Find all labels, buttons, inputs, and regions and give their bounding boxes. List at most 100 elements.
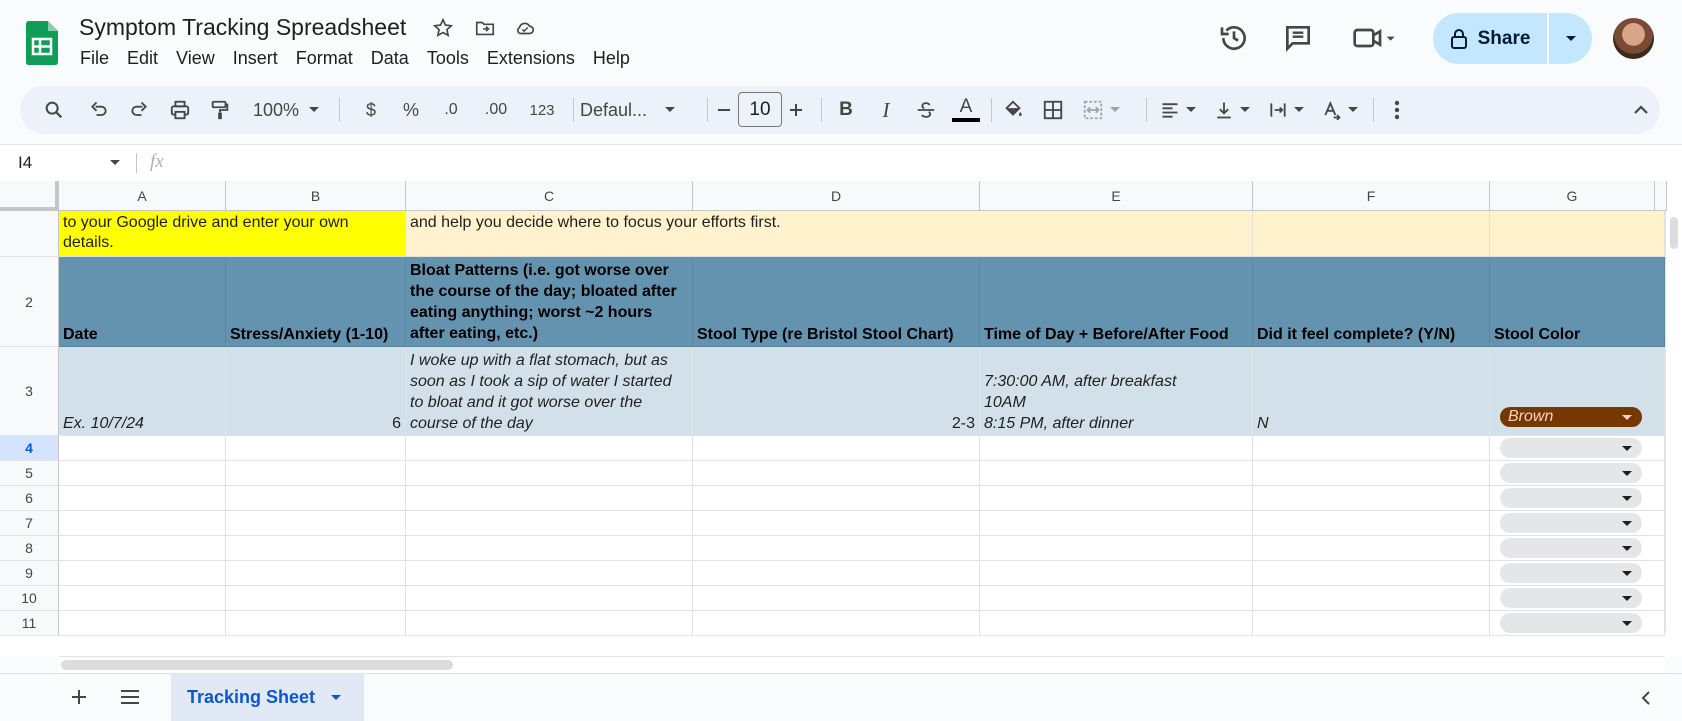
version-history-icon[interactable] xyxy=(1218,22,1250,54)
row-header-8[interactable]: 8 xyxy=(0,536,59,561)
row-header-2[interactable]: 2 xyxy=(0,257,59,347)
cell-b8[interactable] xyxy=(226,536,406,561)
cell-c6[interactable] xyxy=(406,486,693,511)
percent-format-button[interactable]: % xyxy=(394,86,428,134)
cell-g9[interactable] xyxy=(1490,561,1665,586)
chevron-down-icon[interactable] xyxy=(331,694,342,701)
font-family-select[interactable]: Defaul... xyxy=(580,86,700,134)
text-wrapping-button[interactable] xyxy=(1262,86,1310,134)
redo-button[interactable] xyxy=(122,86,156,134)
horizontal-scroll-thumb[interactable] xyxy=(61,660,453,670)
cell-f1[interactable] xyxy=(1253,211,1490,257)
meet-icon[interactable] xyxy=(1352,22,1396,54)
column-header-f[interactable]: F xyxy=(1253,181,1490,211)
cell-g10[interactable] xyxy=(1490,586,1665,611)
column-header-a[interactable]: A xyxy=(59,181,226,211)
cell-e8[interactable] xyxy=(980,536,1253,561)
cell-f5[interactable] xyxy=(1253,461,1490,486)
menu-edit[interactable]: Edit xyxy=(127,48,158,69)
italic-button[interactable]: I xyxy=(869,86,903,134)
sheets-logo-icon[interactable] xyxy=(26,21,58,65)
cell-b4[interactable] xyxy=(226,436,406,461)
more-options-button[interactable] xyxy=(1380,86,1414,134)
menu-insert[interactable]: Insert xyxy=(233,48,278,69)
cell-d9[interactable] xyxy=(693,561,980,586)
increase-font-size-button[interactable] xyxy=(782,86,810,134)
all-sheets-button[interactable] xyxy=(116,684,144,710)
cell-c1[interactable]: and help you decide where to focus your … xyxy=(406,211,1253,257)
menu-tools[interactable]: Tools xyxy=(427,48,469,69)
cell-a1[interactable]: to your Google drive and enter your own … xyxy=(59,211,406,257)
row-header-6[interactable]: 6 xyxy=(0,486,59,511)
menu-extensions[interactable]: Extensions xyxy=(487,48,575,69)
cell-f3[interactable]: N xyxy=(1253,347,1490,436)
cell-e7[interactable] xyxy=(980,511,1253,536)
star-icon[interactable] xyxy=(432,17,454,39)
cell-a11[interactable] xyxy=(59,611,226,636)
row-header-5[interactable]: 5 xyxy=(0,461,59,486)
cell-e11[interactable] xyxy=(980,611,1253,636)
column-header-d[interactable]: D xyxy=(693,181,980,211)
merge-cells-button[interactable] xyxy=(1076,86,1126,134)
cell-d5[interactable] xyxy=(693,461,980,486)
header-stool-color[interactable]: Stool Color xyxy=(1490,257,1665,347)
menu-help[interactable]: Help xyxy=(593,48,630,69)
header-bloat-patterns[interactable]: Bloat Patterns (i.e. got worse over the … xyxy=(406,257,693,347)
cell-c8[interactable] xyxy=(406,536,693,561)
menu-data[interactable]: Data xyxy=(371,48,409,69)
cell-g7[interactable] xyxy=(1490,511,1665,536)
stool-color-dropdown[interactable] xyxy=(1500,463,1642,483)
cell-b10[interactable] xyxy=(226,586,406,611)
cell-f11[interactable] xyxy=(1253,611,1490,636)
cell-f8[interactable] xyxy=(1253,536,1490,561)
share-button[interactable]: Share xyxy=(1433,13,1592,64)
font-size-input[interactable]: 10 xyxy=(738,92,782,127)
comments-icon[interactable] xyxy=(1282,22,1314,54)
cell-a5[interactable] xyxy=(59,461,226,486)
header-time-of-day[interactable]: Time of Day + Before/After Food xyxy=(980,257,1253,347)
paint-format-button[interactable] xyxy=(203,86,237,134)
cloud-saved-icon[interactable] xyxy=(514,17,536,39)
menu-file[interactable]: File xyxy=(80,48,109,69)
cell-e6[interactable] xyxy=(980,486,1253,511)
row-header-10[interactable]: 10 xyxy=(0,586,59,611)
fill-color-button[interactable] xyxy=(996,86,1030,134)
cell-g6[interactable] xyxy=(1490,486,1665,511)
decrease-font-size-button[interactable] xyxy=(710,86,738,134)
cell-f6[interactable] xyxy=(1253,486,1490,511)
vertical-scroll-thumb[interactable] xyxy=(1670,217,1678,249)
horizontal-scrollbar[interactable] xyxy=(59,656,1665,673)
cell-d6[interactable] xyxy=(693,486,980,511)
document-title[interactable]: Symptom Tracking Spreadsheet xyxy=(79,14,406,41)
cell-g8[interactable] xyxy=(1490,536,1665,561)
column-header-e[interactable]: E xyxy=(980,181,1253,211)
text-color-button[interactable]: A xyxy=(949,86,983,134)
cell-c7[interactable] xyxy=(406,511,693,536)
cell-c4[interactable] xyxy=(406,436,693,461)
cell-c5[interactable] xyxy=(406,461,693,486)
cell-f9[interactable] xyxy=(1253,561,1490,586)
strikethrough-button[interactable] xyxy=(909,86,943,134)
zoom-select[interactable]: 100% xyxy=(245,86,327,134)
stool-color-dropdown[interactable]: Brown xyxy=(1500,407,1642,427)
cell-d4[interactable] xyxy=(693,436,980,461)
column-header-b[interactable]: B xyxy=(226,181,406,211)
cell-d8[interactable] xyxy=(693,536,980,561)
increase-decimal-button[interactable]: .00 xyxy=(476,86,516,134)
header-date[interactable]: Date xyxy=(59,257,226,347)
text-rotation-button[interactable] xyxy=(1316,86,1364,134)
cell-f10[interactable] xyxy=(1253,586,1490,611)
cell-b11[interactable] xyxy=(226,611,406,636)
explore-collapse-button[interactable] xyxy=(1636,688,1656,708)
more-formats-button[interactable]: 123 xyxy=(522,86,562,134)
cell-c9[interactable] xyxy=(406,561,693,586)
print-button[interactable] xyxy=(163,86,197,134)
cell-a6[interactable] xyxy=(59,486,226,511)
row-header-11[interactable]: 11 xyxy=(0,611,59,636)
stool-color-dropdown[interactable] xyxy=(1500,513,1642,533)
row-header-7[interactable]: 7 xyxy=(0,511,59,536)
cell-f7[interactable] xyxy=(1253,511,1490,536)
row-header-9[interactable]: 9 xyxy=(0,561,59,586)
share-main[interactable]: Share xyxy=(1433,13,1547,64)
row-header-1[interactable] xyxy=(0,211,59,257)
